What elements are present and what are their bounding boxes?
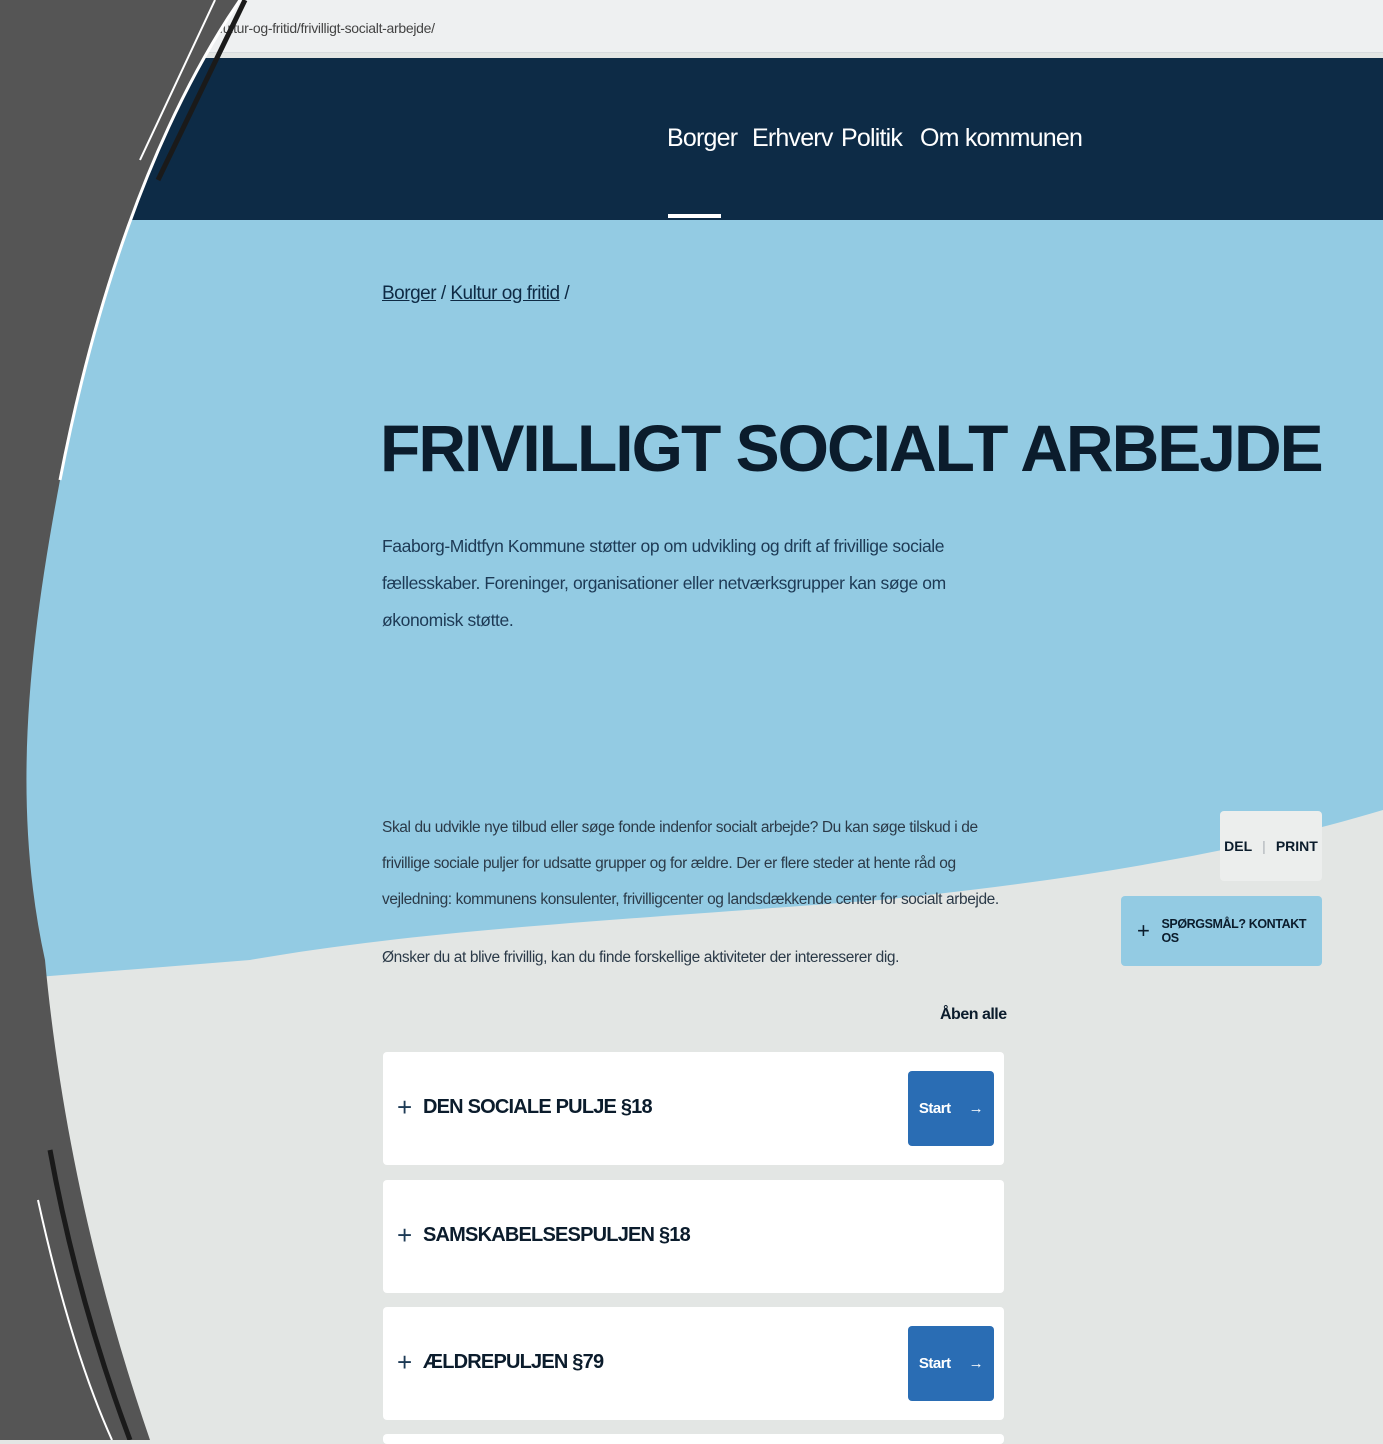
decorative-slide-frame <box>0 0 248 1440</box>
